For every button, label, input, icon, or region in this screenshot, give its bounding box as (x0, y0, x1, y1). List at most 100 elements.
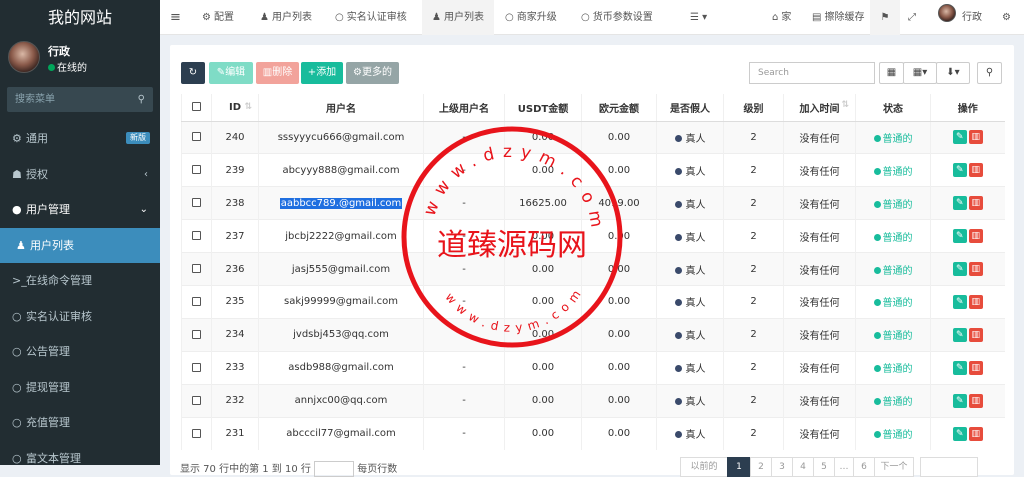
tab-list-dropdown[interactable]: ☰ ▾ (690, 0, 707, 35)
delete-button[interactable]: ▥删除 (256, 62, 299, 84)
add-button[interactable]: +添加 (301, 62, 343, 84)
export-icon[interactable]: ▦ (879, 62, 904, 84)
page-3[interactable]: 3 (771, 457, 793, 477)
sidebar-item-auth[interactable]: ☗ 授权 ‹ (0, 157, 160, 193)
row-edit-pencil-icon[interactable]: ✎ (952, 163, 967, 178)
refresh-button[interactable]: ↻ (181, 62, 205, 84)
advanced-search-icon[interactable]: ⚲ (977, 62, 1002, 84)
tab-config[interactable]: ⚙ 配置 (202, 0, 234, 35)
sidebar-item-recharge[interactable]: ○ 充值管理 (0, 405, 160, 441)
row-select[interactable] (181, 186, 212, 220)
table-row[interactable]: 233 asdb988@gmail.com -0.00 0.00 真人 2 没有任何 普通的 ✎… (181, 350, 1005, 385)
page-1[interactable]: 1 (727, 457, 751, 477)
table-row[interactable]: 236 jasj555@gmail.com -0.00 0.00 真人 2 没有任何 普通的 ✎… (181, 252, 1005, 286)
row-delete-trash-icon[interactable]: ▥ (968, 327, 983, 342)
per-page-select[interactable] (314, 461, 355, 477)
sidebar-item-online-commands[interactable]: >_在线命令管理 (0, 263, 160, 299)
row-select[interactable] (181, 416, 212, 450)
columns-dropdown[interactable]: ▦▾ (903, 62, 937, 84)
checkbox[interactable] (192, 198, 201, 208)
checkbox[interactable] (192, 362, 201, 372)
prev-page-button[interactable]: 以前的 (680, 457, 728, 477)
table-row[interactable]: 232 annjxc00@qq.com -0.00 0.00 真人 2 没有任何 普通的 ✎ ▥ (181, 383, 1005, 418)
download-dropdown[interactable]: ⬇▾ (936, 62, 970, 84)
checkbox[interactable] (192, 132, 201, 142)
col-id[interactable]: ID ⇅ (211, 94, 259, 122)
next-page-button[interactable]: 下一个 (874, 457, 914, 477)
table-search-input[interactable]: Search (749, 62, 875, 84)
checkbox[interactable] (192, 102, 201, 112)
row-delete-trash-icon[interactable]: ▥ (968, 426, 983, 441)
row-select[interactable] (181, 383, 212, 418)
col-joined[interactable]: 加入时间 ⇅ (783, 94, 856, 122)
page-6[interactable]: 6 (853, 457, 875, 477)
checkbox[interactable] (192, 296, 201, 306)
row-edit-pencil-icon[interactable]: ✎ (952, 130, 967, 145)
table-row[interactable]: 235 sakj99999@gmail.com -0.00 0.00 真人 2 没有任何 普通… (181, 284, 1005, 319)
row-delete-trash-icon[interactable]: ▥ (968, 262, 983, 276)
tab-realname-review[interactable]: ○ 实名认证审核 (335, 0, 407, 35)
table-row[interactable]: 234 jvdsbj453@qq.com -0.00 0.00 真人 2 没有任何 普通的 ✎ ▥ (181, 317, 1005, 352)
checkbox[interactable] (192, 395, 201, 405)
sidebar-item-announcements[interactable]: ○ 公告管理 (0, 334, 160, 370)
table-row[interactable]: 238 aabbcc789.@gmail.com -16625.00 4019.00 真… (181, 186, 1005, 220)
table-row[interactable]: 231 abcccil77@gmail.com -0.00 0.00 真人 2 没有任何 普通… (181, 416, 1005, 450)
checkbox[interactable] (192, 329, 201, 339)
checkbox[interactable] (192, 264, 201, 273)
row-delete-trash-icon[interactable]: ▥ (968, 294, 983, 309)
row-select[interactable] (181, 350, 212, 385)
row-delete-trash-icon[interactable]: ▥ (968, 229, 983, 244)
page-4[interactable]: 4 (792, 457, 814, 477)
checkbox[interactable] (192, 428, 201, 438)
sidebar-item-withdrawals[interactable]: ○ 提现管理 (0, 370, 160, 406)
row-edit-pencil-icon[interactable]: ✎ (952, 426, 967, 441)
row-select[interactable] (181, 284, 212, 319)
checkbox[interactable] (192, 231, 201, 241)
table-row[interactable]: 240 sssyyycu666@gmail.com -0.00 0.00 真人 2 没有任何… (181, 120, 1005, 154)
row-select[interactable] (181, 252, 212, 286)
sidebar-item-rich-text[interactable]: ○ 富文本管理 (0, 441, 160, 477)
menu-toggle-icon[interactable]: ≡ (170, 0, 181, 35)
row-edit-pencil-icon[interactable]: ✎ (952, 229, 967, 244)
page-5[interactable]: 5 (813, 457, 835, 477)
home-link[interactable]: ⌂ 家 (772, 0, 791, 35)
row-edit-pencil-icon[interactable]: ✎ (952, 262, 967, 276)
row-select[interactable] (181, 317, 212, 352)
menu-search-input[interactable]: 搜索菜单 ⚲ (7, 87, 153, 112)
settings-gear-icon[interactable]: ⚙ (1002, 0, 1011, 35)
row-delete-trash-icon[interactable]: ▥ (968, 393, 983, 408)
sidebar-item-user-list[interactable]: ♟ 用户列表 (0, 227, 160, 263)
table-row[interactable]: 237 jbcbj2222@gmail.com -0.00 0.00 真人 2 没有任何 普通… (181, 219, 1005, 253)
row-delete-trash-icon[interactable]: ▥ (968, 163, 983, 178)
row-delete-trash-icon[interactable]: ▥ (968, 130, 983, 145)
row-edit-pencil-icon[interactable]: ✎ (952, 393, 967, 408)
sidebar-item-realname-review[interactable]: ○ 实名认证审核 (0, 299, 160, 335)
checkbox[interactable] (192, 165, 201, 175)
tab-merchant-upgrade[interactable]: ○ 商家升级 (505, 0, 557, 35)
tab-user-list-1[interactable]: ♟ 用户列表 (260, 0, 312, 35)
page-2[interactable]: 2 (750, 457, 772, 477)
row-delete-trash-icon[interactable]: ▥ (968, 360, 983, 375)
row-edit-pencil-icon[interactable]: ✎ (952, 196, 967, 211)
row-edit-pencil-icon[interactable]: ✎ (952, 360, 967, 375)
row-edit-pencil-icon[interactable]: ✎ (952, 294, 967, 309)
site-logo[interactable]: 我的网站 (0, 0, 160, 35)
row-select[interactable] (181, 153, 212, 187)
jump-page-input[interactable] (920, 457, 978, 477)
row-select[interactable] (181, 219, 212, 253)
row-select[interactable] (181, 120, 212, 154)
tab-currency-settings[interactable]: ○ 货币参数设置 (581, 0, 653, 35)
row-delete-trash-icon[interactable]: ▥ (968, 196, 983, 211)
fullscreen-icon[interactable]: ⤢ (908, 0, 916, 35)
tab-user-list-active[interactable]: ♟ 用户列表 (422, 0, 494, 35)
row-edit-pencil-icon[interactable]: ✎ (952, 327, 967, 342)
sidebar-item-user-management[interactable]: ● 用户管理 ⌄ (0, 192, 160, 228)
top-user-menu[interactable]: 行政 (938, 0, 982, 35)
sidebar-item-general[interactable]: ⚙ 通用 新版 (0, 121, 160, 157)
search-icon[interactable]: ⚲ (138, 87, 145, 112)
edit-button[interactable]: ✎编辑 (209, 62, 253, 84)
clear-cache-button[interactable]: ▤ 擦除缓存 (812, 0, 864, 35)
table-row[interactable]: 239 abcyyy888@gmail.com -0.00 0.00 真人 2 没有任何 普通… (181, 153, 1005, 187)
more-button[interactable]: ⚙更多的 (346, 62, 399, 84)
language-icon[interactable]: ⚑ (870, 0, 900, 35)
